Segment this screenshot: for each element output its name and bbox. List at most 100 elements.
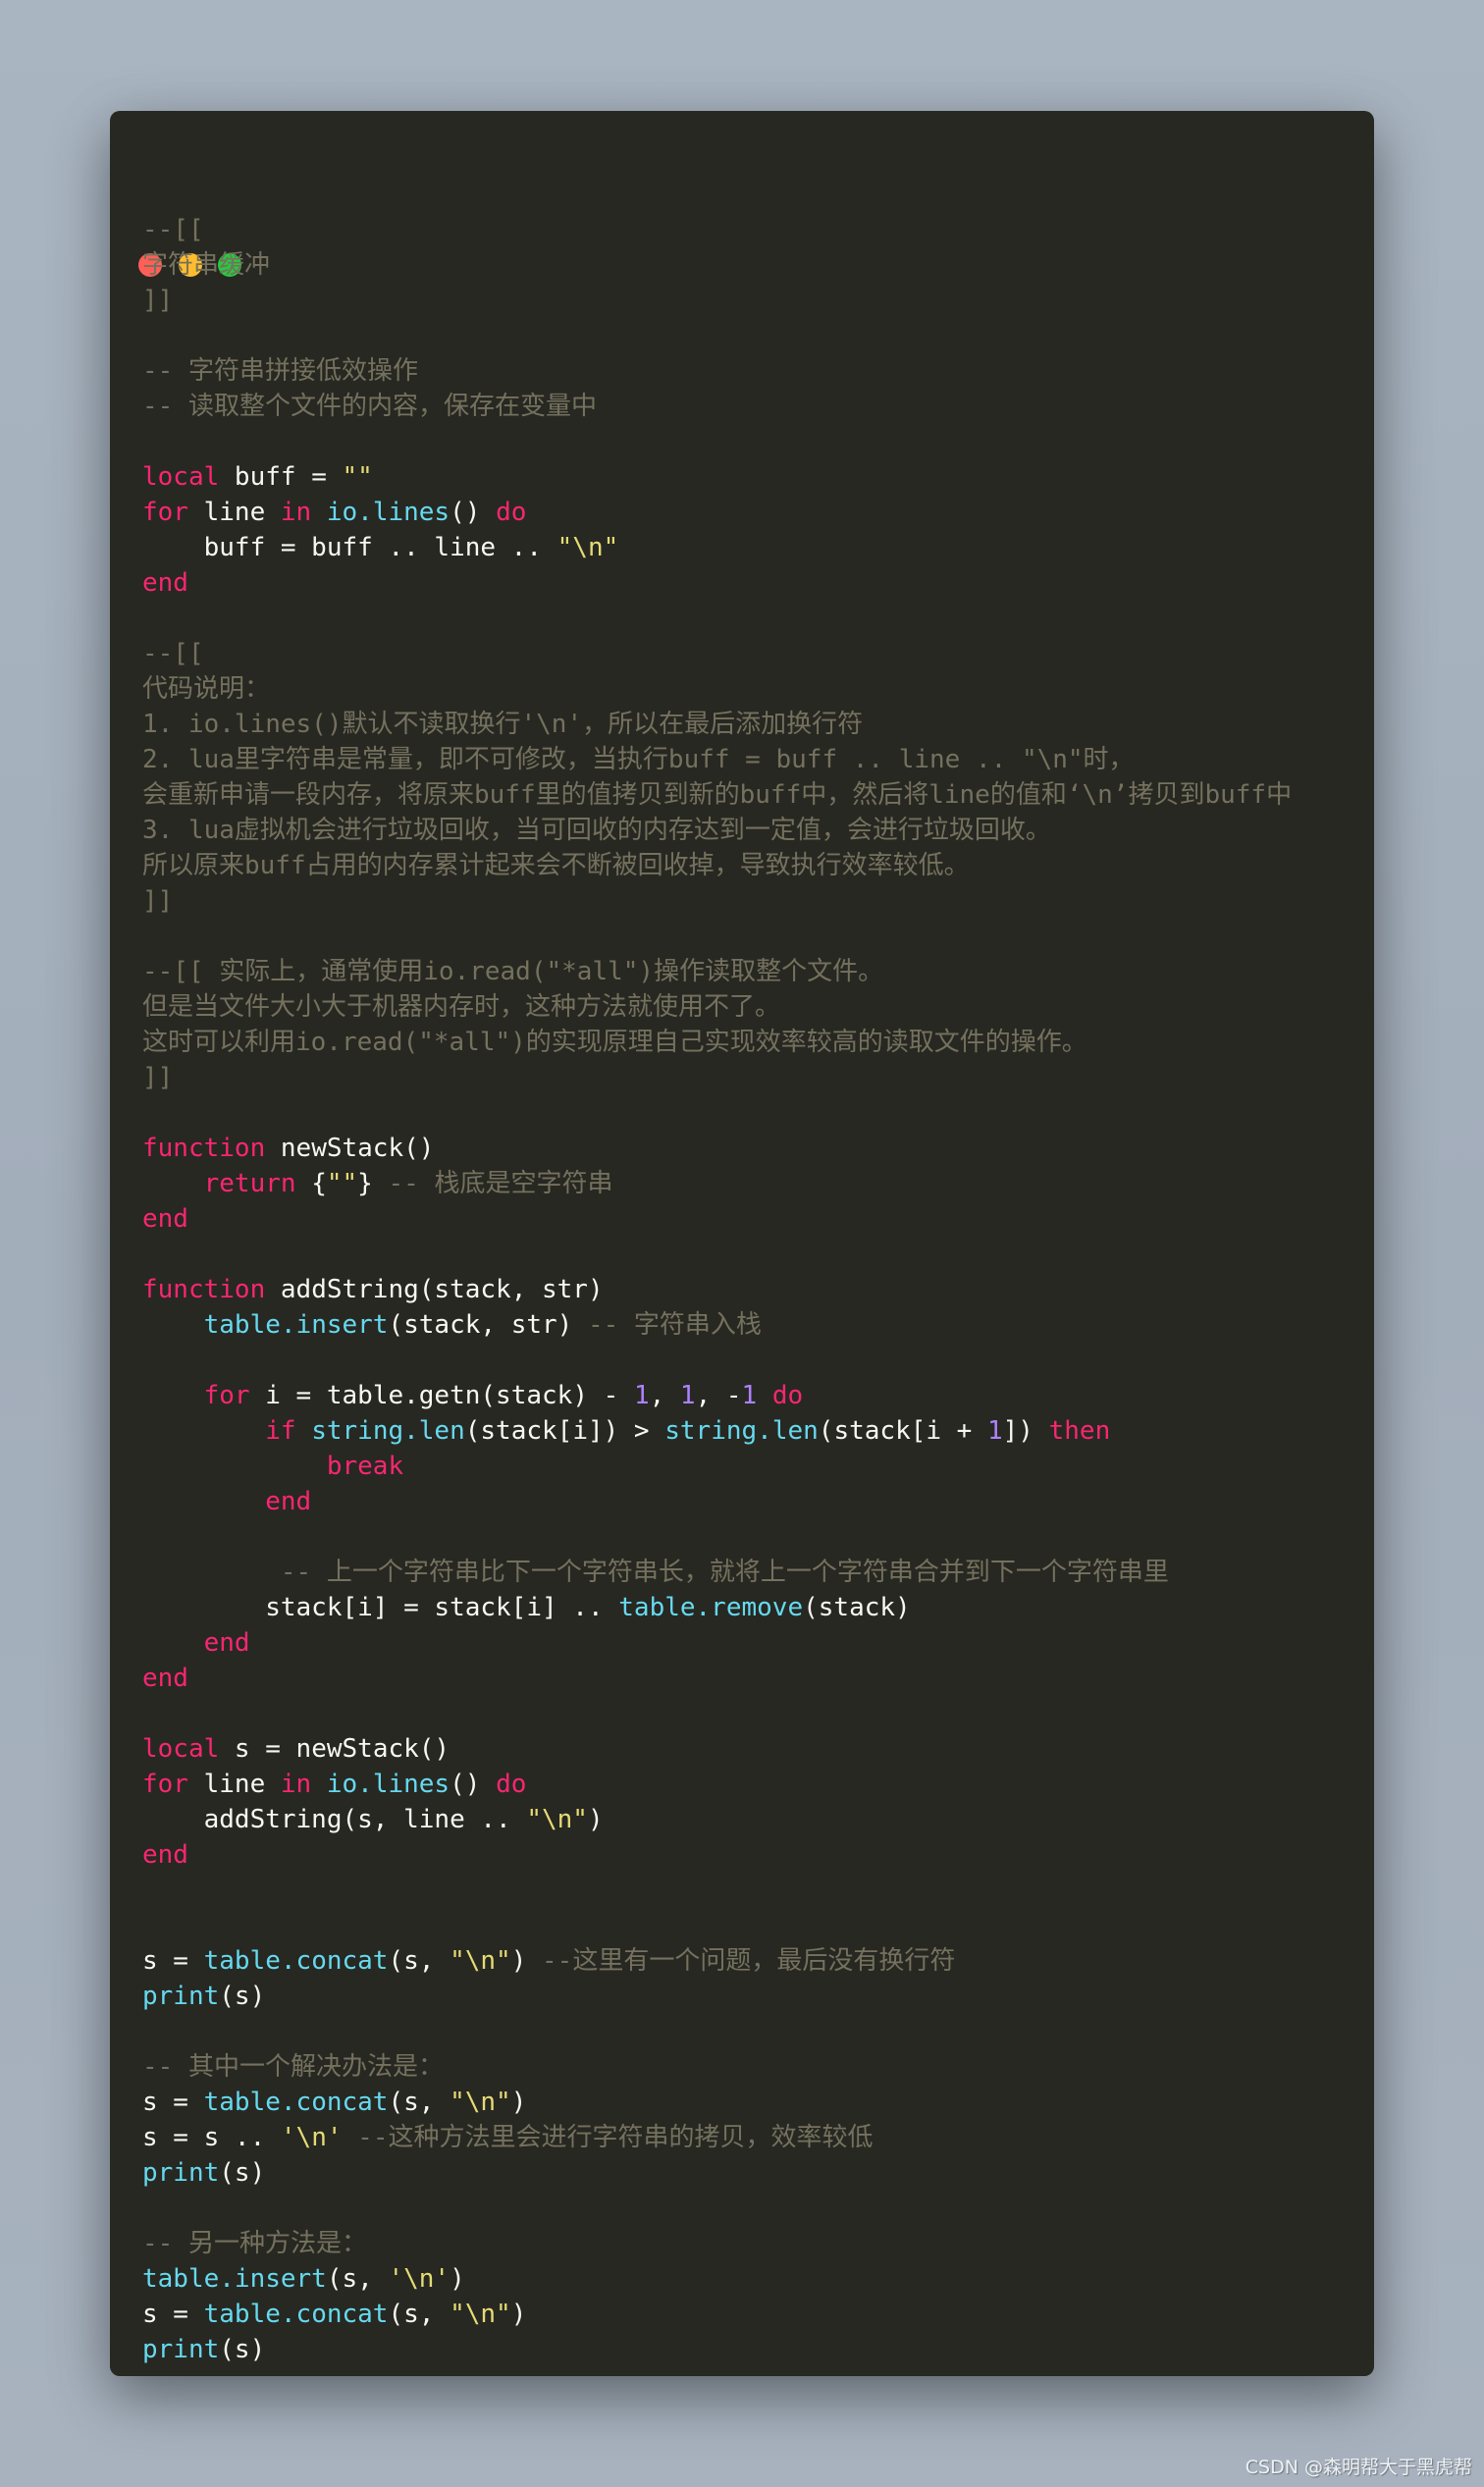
code-text-token: addString(stack, str): [265, 1275, 604, 1304]
keyword-token: end: [142, 1204, 188, 1234]
comment-token: 1. io.lines()默认不读取换行'\n'，所以在最后添加换行符: [142, 710, 864, 739]
builtin-token: table.insert: [203, 1310, 389, 1340]
code-line: local s = newStack(): [142, 1731, 1292, 1767]
code-text-token: s =: [142, 2088, 204, 2117]
code-line: s = table.concat(s, "\n"): [142, 2297, 1292, 2332]
code-text-token: addString(s, line ..: [142, 1805, 527, 1834]
code-line: table.insert(s, '\n'): [142, 2261, 1292, 2297]
code-text-token: (s,: [388, 1946, 450, 1976]
code-text-token: s =: [142, 2300, 204, 2329]
keyword-token: do: [771, 1381, 804, 1410]
string-literal-token: "": [326, 1169, 358, 1198]
comment-token: --这里有一个问题，最后没有换行符: [542, 1946, 956, 1976]
comment-token: -- 字符串拼接低效操作: [142, 356, 418, 386]
comment-token: 所以原来buff占用的内存累计起来会不断被回收掉，导致执行效率较低。: [142, 851, 970, 880]
code-text-token: newStack(): [265, 1134, 435, 1163]
code-line: -- 另一种方法是：: [142, 2226, 1292, 2261]
code-text-token: {: [295, 1169, 327, 1198]
code-line: --[[: [142, 212, 1292, 247]
comment-token: 3. lua虚拟机会进行垃圾回收，当可回收的内存达到一定值，会进行垃圾回收。: [142, 816, 1051, 845]
builtin-token: table.insert: [142, 2264, 327, 2294]
code-line: if string.len(stack[i]) > string.len(sta…: [142, 1413, 1292, 1449]
string-literal-token: "": [342, 462, 373, 492]
code-line: -- 读取整个文件的内容，保存在变量中: [142, 389, 1292, 424]
code-line: local buff = "": [142, 459, 1292, 495]
code-text-token: ]): [1002, 1416, 1049, 1446]
comment-token: ]]: [142, 1063, 174, 1092]
code-line: s = table.concat(s, "\n"): [142, 2085, 1292, 2120]
comment-token: ]]: [142, 886, 174, 916]
builtin-token: print: [142, 2158, 220, 2188]
code-line: 1. io.lines()默认不读取换行'\n'，所以在最后添加换行符: [142, 707, 1292, 742]
comment-token: -- 其中一个解决办法是：: [142, 2052, 444, 2082]
keyword-token: for: [142, 1770, 188, 1799]
string-literal-token: "\n": [450, 1946, 511, 1976]
code-line: break: [142, 1449, 1292, 1484]
code-text-token: ,: [649, 1381, 680, 1410]
keyword-token: end: [142, 1840, 188, 1870]
builtin-token: print: [142, 1982, 220, 2011]
code-text-token: s =: [142, 1946, 204, 1976]
builtin-token: table.concat: [203, 2088, 389, 2117]
comment-token: --[[: [142, 639, 204, 668]
code-text-token: stack[i] = stack[i] ..: [142, 1593, 619, 1622]
code-text-token: s = s ..: [142, 2123, 281, 2152]
keyword-token: in: [280, 1770, 312, 1799]
keyword-token: break: [326, 1452, 404, 1481]
code-line: for line in io.lines() do: [142, 495, 1292, 530]
keyword-token: function: [142, 1134, 266, 1163]
code-text-token: line: [187, 1770, 281, 1799]
code-text-token: (stack[i +: [818, 1416, 987, 1446]
code-text-token: }: [357, 1169, 389, 1198]
code-text-token: ): [587, 1805, 604, 1834]
comment-token: --[[ 实际上，通常使用io.read("*all")操作读取整个文件。: [142, 957, 884, 986]
code-line: end: [142, 565, 1292, 601]
keyword-token: end: [142, 568, 188, 598]
code-line: -- 字符串拼接低效操作: [142, 353, 1292, 389]
code-line: buff = buff .. line .. "\n": [142, 530, 1292, 565]
comment-token: -- 另一种方法是：: [142, 2229, 367, 2258]
keyword-token: if: [265, 1416, 296, 1446]
code-line: end: [142, 1661, 1292, 1696]
comment-token: -- 字符串入栈: [587, 1310, 762, 1340]
code-line: --[[ 实际上，通常使用io.read("*all")操作读取整个文件。: [142, 954, 1292, 989]
code-line: 字符串缓冲: [142, 247, 1292, 283]
comment-token: -- 上一个字符串比下一个字符串长，就将上一个字符串合并到下一个字符串里: [280, 1558, 1169, 1587]
builtin-token: string.len: [664, 1416, 819, 1446]
keyword-token: do: [496, 498, 527, 527]
builtin-token: table.concat: [203, 2300, 389, 2329]
keyword-token: local: [142, 462, 220, 492]
code-line: 3. lua虚拟机会进行垃圾回收，当可回收的内存达到一定值，会进行垃圾回收。: [142, 813, 1292, 848]
builtin-token: print: [142, 2335, 220, 2364]
code-text-token: (stack): [803, 1593, 911, 1622]
code-line: s = table.concat(s, "\n") --这里有一个问题，最后没有…: [142, 1943, 1292, 1979]
comment-token: 代码说明：: [142, 674, 271, 704]
comment-token: 2. lua里字符串是常量，即不可修改，当执行buff = buff .. li…: [142, 745, 1135, 774]
code-line: for i = table.getn(stack) - 1, 1, -1 do: [142, 1378, 1292, 1413]
code-line: 会重新申请一段内存，将原来buff里的值拷贝到新的buff中，然后将line的值…: [142, 777, 1292, 813]
comment-token: 这时可以利用io.read("*all")的实现原理自己实现效率较高的读取文件的…: [142, 1028, 1087, 1057]
builtin-token: io.lines: [326, 1770, 450, 1799]
code-line: function addString(stack, str): [142, 1272, 1292, 1307]
keyword-token: in: [280, 498, 312, 527]
code-text-token: (s): [219, 2335, 266, 2364]
code-text-token: (s): [219, 1982, 266, 2011]
keyword-token: end: [142, 1664, 188, 1693]
comment-token: 但是当文件大小大于机器内存时，这种方法就使用不了。: [142, 992, 781, 1022]
builtin-token: table.concat: [203, 1946, 389, 1976]
